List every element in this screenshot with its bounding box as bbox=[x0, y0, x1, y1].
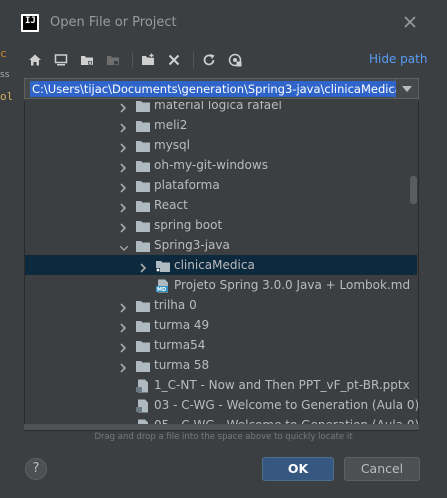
tree-row[interactable]: 03 - C-WG - Welcome to Generation (Aula … bbox=[25, 395, 419, 415]
folder-icon bbox=[135, 238, 151, 252]
tree-row-label: Projeto Spring 3.0.0 Java + Lombok.md bbox=[174, 278, 411, 292]
chevron-right-icon[interactable] bbox=[119, 139, 127, 153]
tree-row-label: trilha 0 bbox=[154, 298, 197, 312]
ok-button[interactable]: OK bbox=[262, 457, 334, 481]
svg-text:MD: MD bbox=[157, 287, 166, 293]
chevron-right-icon[interactable] bbox=[119, 159, 127, 173]
module-folder-icon[interactable] bbox=[102, 51, 124, 69]
help-button[interactable]: ? bbox=[25, 458, 47, 480]
tree-row-label: turma 49 bbox=[154, 318, 210, 332]
tree-row-label: Spring3-java bbox=[154, 238, 230, 252]
tree-row[interactable]: MD Projeto Spring 3.0.0 Java + Lombok.md bbox=[25, 275, 417, 295]
dialog-title: Open File or Project bbox=[50, 15, 177, 30]
tree-row[interactable]: Spring3-java bbox=[25, 235, 417, 255]
chevron-right-icon[interactable] bbox=[119, 219, 127, 233]
chevron-right-icon[interactable] bbox=[119, 299, 127, 313]
tree-row[interactable]: trilha 0 bbox=[25, 295, 417, 315]
drag-drop-hint: Drag and drop a file into the space abov… bbox=[94, 432, 353, 442]
folder-icon bbox=[135, 101, 151, 112]
folder-icon bbox=[135, 138, 151, 152]
folder-icon bbox=[135, 358, 151, 372]
tree-row-label: turma 58 bbox=[154, 358, 210, 372]
tree-row[interactable]: turma54 bbox=[25, 335, 417, 355]
tree-row[interactable]: turma 58 bbox=[25, 355, 417, 375]
project-folder-icon[interactable] bbox=[76, 51, 98, 69]
tree-row-label: plataforma bbox=[154, 178, 220, 192]
tree-row-label: meli2 bbox=[154, 118, 188, 132]
show-hidden-icon[interactable] bbox=[224, 51, 246, 69]
tree-row-label: React bbox=[154, 198, 188, 212]
tree-row-label: material logica rafael bbox=[154, 101, 282, 112]
toolbar-separator bbox=[132, 52, 133, 68]
open-file-dialog: IJ Open File or Project c ss ol Hide pat… bbox=[0, 0, 447, 498]
tree-row[interactable]: spring boot bbox=[25, 215, 417, 235]
tree-row[interactable]: React bbox=[25, 195, 417, 215]
folder-icon bbox=[135, 178, 151, 192]
toolbar-separator bbox=[193, 52, 194, 68]
chevron-right-icon[interactable] bbox=[119, 199, 127, 213]
close-icon[interactable] bbox=[400, 12, 420, 32]
file-icon bbox=[135, 378, 151, 393]
hide-path-link[interactable]: Hide path bbox=[369, 52, 427, 66]
vertical-scrollbar[interactable] bbox=[410, 176, 417, 204]
chevron-right-icon[interactable] bbox=[119, 101, 127, 113]
chevron-right-icon[interactable] bbox=[119, 179, 127, 193]
new-folder-icon[interactable] bbox=[137, 51, 159, 69]
tree-row-label: spring boot bbox=[154, 218, 223, 232]
folder-icon bbox=[135, 298, 151, 312]
tree-row[interactable]: turma 49 bbox=[25, 315, 417, 335]
chevron-right-icon[interactable] bbox=[139, 259, 147, 273]
tree-row-label: 03 - C-WG - Welcome to Generation (Aula … bbox=[154, 398, 419, 412]
tree-row[interactable]: meli2 bbox=[25, 115, 417, 135]
title-bar: IJ Open File or Project bbox=[0, 0, 447, 46]
toolbar bbox=[24, 51, 250, 69]
folder-icon bbox=[135, 318, 151, 332]
tree-row-label: clinicaMedica bbox=[174, 258, 255, 272]
tree-row[interactable]: plataforma bbox=[25, 175, 417, 195]
folder-icon bbox=[135, 198, 151, 212]
chevron-right-icon[interactable] bbox=[119, 119, 127, 133]
home-icon[interactable] bbox=[24, 51, 46, 69]
desktop-icon[interactable] bbox=[50, 51, 72, 69]
path-input[interactable]: C:\Users\tijac\Documents\generation\Spri… bbox=[24, 78, 404, 99]
refresh-icon[interactable] bbox=[198, 51, 220, 69]
chevron-down-icon[interactable] bbox=[119, 239, 129, 252]
folder-icon bbox=[135, 158, 151, 172]
file-icon bbox=[135, 398, 151, 413]
chevron-right-icon[interactable] bbox=[119, 319, 127, 333]
tree-row-label: 1_C-NT - Now and Then PPT_vF_pt-BR.pptx bbox=[154, 378, 410, 392]
chevron-right-icon[interactable] bbox=[119, 359, 127, 373]
horizontal-scrollbar[interactable] bbox=[24, 424, 419, 430]
tree-row[interactable]: 1_C-NT - Now and Then PPT_vF_pt-BR.pptx bbox=[25, 375, 417, 395]
tree-row[interactable]: material logica rafael bbox=[25, 101, 417, 115]
folder-icon bbox=[135, 218, 151, 232]
background-window-text: ol bbox=[0, 90, 14, 103]
intellij-app-icon: IJ bbox=[21, 14, 39, 32]
tree-row[interactable]: oh-my-git-windows bbox=[25, 155, 417, 175]
tree-row-label: mysql bbox=[154, 138, 190, 152]
folder-icon bbox=[135, 338, 151, 352]
project-folder-icon bbox=[155, 258, 171, 272]
markdown-file-icon: MD bbox=[155, 278, 171, 293]
delete-icon[interactable] bbox=[163, 51, 185, 69]
background-window-text: ss bbox=[0, 70, 10, 80]
file-tree[interactable]: material logica rafael meli2 mysql oh-my-gi… bbox=[24, 101, 419, 431]
tree-row-label: oh-my-git-windows bbox=[154, 158, 268, 172]
folder-icon bbox=[135, 118, 151, 132]
background-window-text: c bbox=[0, 47, 7, 60]
tree-row[interactable]: mysql bbox=[25, 135, 417, 155]
tree-row-label: turma54 bbox=[154, 338, 206, 352]
path-history-dropdown[interactable] bbox=[396, 78, 419, 99]
tree-row[interactable]: clinicaMedica bbox=[25, 255, 417, 275]
path-input-value: C:\Users\tijac\Documents\generation\Spri… bbox=[30, 81, 404, 97]
chevron-right-icon[interactable] bbox=[119, 339, 127, 353]
cancel-button[interactable]: Cancel bbox=[344, 457, 420, 481]
